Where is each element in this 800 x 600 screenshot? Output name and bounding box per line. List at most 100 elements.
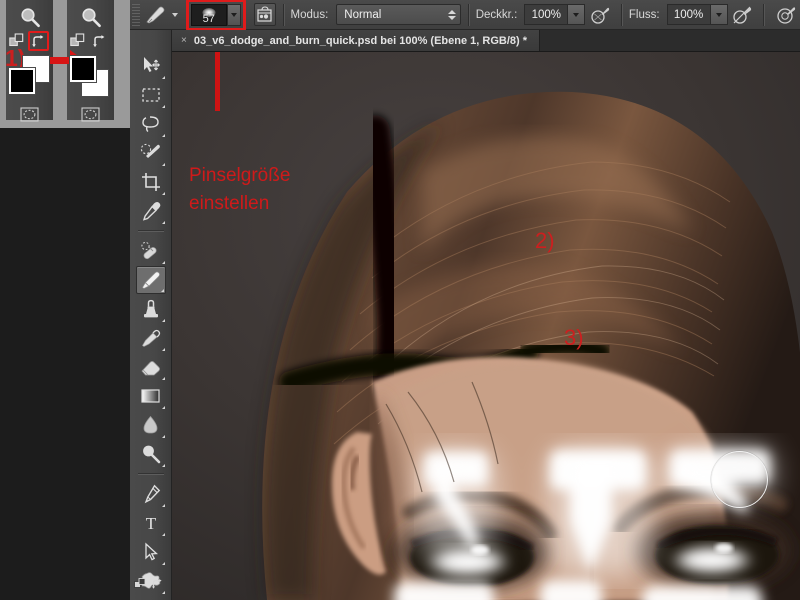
blur-tool[interactable] [136, 411, 166, 439]
brush-panel-button[interactable] [254, 3, 276, 26]
crop-icon [141, 172, 161, 192]
move-tool[interactable] [136, 52, 166, 80]
color-swap-illustration: 1) [0, 0, 130, 128]
rectangular-marquee-tool[interactable] [136, 81, 166, 109]
photoshop-window: 2) 3) Pinselgröße einstellen 57 [0, 0, 800, 600]
flyout-indicator-icon [162, 76, 165, 79]
dodge-tool[interactable] [136, 440, 166, 468]
tool-preset-icon[interactable] [144, 4, 166, 26]
swap-colors-icon[interactable] [151, 578, 164, 596]
airbrush-toggle[interactable] [775, 3, 796, 27]
flyout-indicator-icon [162, 261, 165, 264]
brush-icon [140, 270, 161, 290]
eraser-icon [140, 358, 161, 377]
foreground-background-swatches-after [68, 56, 114, 98]
eyedropper-icon [141, 201, 161, 221]
mode-label: Modus: [291, 9, 329, 21]
swap-colors-icon-highlighted [28, 31, 49, 51]
swap-colors-icon [31, 34, 46, 49]
pressure-size-toggle[interactable] [732, 3, 753, 27]
history-brush-icon [140, 328, 161, 348]
separator [283, 4, 284, 26]
callout-line-1: Pinselgröße [189, 164, 290, 188]
path-selection-icon [143, 542, 159, 562]
flyout-indicator-icon [162, 221, 165, 224]
chevron-updown-icon [448, 10, 456, 20]
blend-mode-select[interactable]: Normal [336, 4, 461, 25]
pen-tool[interactable] [136, 480, 166, 508]
eraser-tool[interactable] [136, 353, 166, 381]
flyout-indicator-icon [162, 406, 165, 409]
opacity-label: Deckkr.: [476, 9, 518, 21]
options-bar: 57 Modus: Normal Deckkr.: 100% [130, 0, 800, 30]
zoom-icon [74, 4, 108, 32]
airbrush-pressure-opacity-icon [590, 5, 610, 25]
healing-brush-tool[interactable] [136, 237, 166, 265]
path-selection-tool[interactable] [136, 538, 166, 566]
crop-tool[interactable] [136, 168, 166, 196]
blend-mode-value: Normal [344, 9, 442, 21]
toolbar-divider [138, 230, 164, 231]
close-icon[interactable]: × [181, 35, 187, 46]
quick-selection-tool[interactable] [136, 139, 166, 167]
flyout-indicator-icon [162, 348, 165, 351]
brush-size-value: 57 [192, 13, 226, 25]
flow-chevron-down-icon[interactable] [711, 4, 728, 25]
clone-stamp-icon [141, 299, 161, 319]
flyout-indicator-icon [162, 464, 165, 467]
options-bar-grip[interactable] [132, 4, 140, 26]
marquee-icon [141, 86, 161, 104]
lasso-tool[interactable] [136, 110, 166, 138]
flow-label: Fluss: [629, 9, 660, 21]
healing-brush-icon [140, 241, 161, 261]
opacity-chevron-down-icon[interactable] [568, 4, 585, 25]
toolbar-divider [138, 473, 164, 474]
flyout-indicator-icon [162, 377, 165, 380]
type-tool[interactable]: T [136, 509, 166, 537]
clone-stamp-tool[interactable] [136, 295, 166, 323]
zoom-icon [13, 4, 47, 32]
move-icon [141, 56, 161, 76]
flow-input[interactable]: 100% [667, 4, 711, 25]
document-canvas[interactable]: 2) 3) Pinselgröße einstellen [172, 52, 800, 600]
swap-colors-icon [92, 34, 107, 54]
default-colors-icon[interactable] [134, 578, 147, 596]
history-brush-tool[interactable] [136, 324, 166, 352]
separator [468, 4, 469, 26]
callout-line-2: einstellen [189, 192, 269, 216]
blur-icon [141, 415, 160, 435]
toolbar-color-controls [134, 578, 164, 596]
annotation-step-2: 2) [535, 228, 555, 254]
brush-panel-icon [256, 6, 273, 23]
brush-cursor-circle [711, 451, 768, 508]
type-icon: T [142, 513, 160, 533]
eyedropper-tool[interactable] [136, 197, 166, 225]
pressure-size-off-icon [732, 5, 752, 25]
toolbox-state-after [67, 0, 114, 120]
flyout-indicator-icon [162, 163, 165, 166]
flyout-indicator-icon [162, 105, 165, 108]
airbrush-icon [776, 5, 796, 25]
tool-preset-chevron-down-icon[interactable] [172, 13, 178, 17]
gradient-icon [140, 388, 161, 404]
portrait-image [172, 52, 800, 600]
gradient-tool[interactable] [136, 382, 166, 410]
tools-panel: T [130, 30, 172, 600]
brush-tool[interactable] [136, 266, 166, 294]
flyout-indicator-icon [162, 134, 165, 137]
foreground-color-swatch [70, 56, 96, 82]
dodge-icon [141, 444, 161, 464]
document-tab[interactable]: × 03_v6_dodge_and_burn_quick.psd bei 100… [172, 30, 540, 51]
brush-preset-chevron-down-icon[interactable] [227, 4, 241, 26]
lasso-icon [140, 115, 161, 134]
svg-text:T: T [145, 514, 156, 533]
flyout-indicator-icon [162, 504, 165, 507]
flyout-indicator-icon [161, 289, 164, 292]
flyout-indicator-icon [162, 435, 165, 438]
separator [763, 4, 764, 26]
brush-size-input[interactable]: 57 [191, 4, 227, 26]
opacity-input[interactable]: 100% [524, 4, 568, 25]
flyout-indicator-icon [162, 562, 165, 565]
annotation-step-3: 3) [564, 325, 584, 351]
pressure-opacity-toggle[interactable] [589, 3, 610, 27]
